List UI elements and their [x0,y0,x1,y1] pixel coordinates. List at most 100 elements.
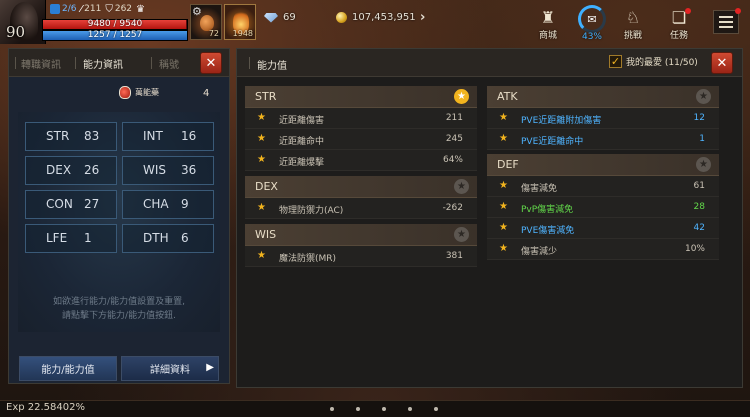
stat-wis[interactable]: WIS 36 [122,156,214,185]
star-icon[interactable]: ★ [499,201,508,212]
stat-row[interactable]: ★ 近距離命中 245 [245,129,477,150]
menu-challenge[interactable]: ♘ 挑戰 [615,5,651,42]
menu-quest-progress-label: 43% [581,32,602,42]
favorites-toggle[interactable]: ✓ 我的最愛 (11/50) [609,55,698,68]
stat-row[interactable]: ★ PvP傷害減免 28 [487,197,719,218]
star-icon[interactable]: ★ [257,154,266,165]
gold-currency: 107,453,951 [336,12,416,23]
stat-row-label: 近距離傷害 [279,116,325,126]
tab-title[interactable]: 稱號 [159,56,179,71]
shop-bag-icon: ♜ [540,7,556,27]
stat-row-value: 211 [445,113,463,123]
category-header: WIS ★ [245,224,477,246]
star-icon[interactable]: ★ [499,112,508,123]
buff-trophy[interactable]: ♛ [136,4,145,15]
elixir-indicator: 萬能藥 [119,86,159,99]
stat-row-value: 42 [693,223,705,233]
buff-row: 2/6 ⁄ 211 ⛉ 262 ♛ [50,2,145,16]
stat-row[interactable]: ★ 魔法防禦(MR) 381 [245,246,477,267]
stat-int[interactable]: INT 16 [122,122,214,151]
header-divider [249,57,250,69]
category-def: DEF ★ ★ 傷害減免 61 ★ PvP傷害減免 28 ★ PVE傷害減免 4… [487,154,719,260]
close-right-panel-button[interactable]: ✕ [711,52,733,74]
menu-shop[interactable]: ♜ 商城 [530,5,566,42]
top-hud: 90 2/6 ⁄ 211 ⛉ 262 ♛ 9480 / 9540 1257 / … [0,0,750,44]
buff-defense[interactable]: ⛉ 262 [105,4,132,15]
notification-dot [685,8,691,14]
elixir-label: 萬能藥 [135,88,159,97]
tab-ability-info[interactable]: 能力資訊 [83,56,123,71]
diamond-amount: 69 [283,12,296,23]
elixir-count: 4 [203,88,210,99]
character-portrait[interactable]: 90 [0,0,46,44]
stat-row-value: 61 [693,181,705,191]
star-icon[interactable]: ★ [257,112,266,123]
stat-cha[interactable]: CHA 9 [122,190,214,219]
elixir-potion-icon [119,86,131,99]
stat-row[interactable]: ★ 物理防禦力(AC) -262 [245,198,477,219]
stat-row[interactable]: ★ 傷害減少 10% [487,239,719,260]
star-icon[interactable]: ★ [454,227,469,242]
star-icon[interactable]: ★ [454,89,469,104]
stat-row[interactable]: ★ 近距離傷害 211 [245,108,477,129]
sword-icon: ⁄ [80,3,83,15]
stat-row[interactable]: ★ PVE近距離命中 1 [487,129,719,150]
star-icon[interactable]: ★ [499,180,508,191]
gear-icon[interactable]: ⚙ [192,5,202,18]
stat-dex[interactable]: DEX 26 [25,156,117,185]
detail-info-button[interactable]: 詳細資料 ▶ [121,356,219,381]
ability-points-button[interactable]: 能力/能力值 [19,356,117,381]
ability-values-header: 能力值 ✓ 我的最愛 (11/50) ✕ [237,49,742,77]
star-icon[interactable]: ★ [696,89,711,104]
stat-key: WIS [143,163,167,177]
stat-dth[interactable]: DTH 6 [122,224,214,253]
star-icon[interactable]: ★ [499,133,508,144]
stat-key: INT [143,129,163,143]
currency-expand-arrow-icon[interactable]: › [420,10,425,25]
page-dot [434,407,438,411]
buff-blue[interactable]: 2/6 [50,4,76,14]
stat-row[interactable]: ★ PVE近距離附加傷害 12 [487,108,719,129]
category-header: ATK ★ [487,86,719,108]
stat-row[interactable]: ★ 近距離爆擊 64% [245,150,477,171]
star-icon[interactable]: ★ [696,157,711,172]
ability-values-panel: 能力值 ✓ 我的最愛 (11/50) ✕ STR ★ ★ 近距離傷害 211 ★… [236,48,743,388]
buff-attack-value: 211 [84,4,102,14]
category-name: ATK [497,90,518,103]
quest-progress-icon: ✉ [578,5,606,33]
stat-row[interactable]: ★ PVE傷害減免 42 [487,218,719,239]
menu-task[interactable]: ❏ 任務 [661,5,697,41]
stat-row-label: PVE傷害減免 [521,226,575,236]
star-icon[interactable]: ★ [257,133,266,144]
tab-class-info[interactable]: 轉職資訊 [21,56,61,71]
star-icon[interactable]: ★ [499,222,508,233]
quick-slot-skill[interactable]: 1948 [224,4,256,40]
stat-str[interactable]: STR 83 [25,122,117,151]
stat-row-label: 傷害減免 [521,184,558,194]
mp-text: 1257 / 1257 [87,30,143,40]
star-icon[interactable]: ★ [257,202,266,213]
stat-con[interactable]: CON 27 [25,190,117,219]
stat-value: 36 [181,163,197,177]
star-icon[interactable]: ★ [499,243,508,254]
stat-value: 16 [181,129,197,143]
buff-attack[interactable]: ⁄ 211 [80,4,101,15]
category-name: DEX [255,180,278,193]
stat-value: 26 [84,163,100,177]
stat-row-label: 近距離命中 [279,137,325,147]
play-arrow-icon: ▶ [206,362,214,373]
menu-quest-progress[interactable]: ✉ 43% [574,5,610,42]
stat-key: CHA [143,197,169,211]
close-left-panel-button[interactable]: ✕ [200,52,222,74]
stat-value: 9 [181,197,189,211]
close-icon: ✕ [205,55,217,71]
checkmark-icon[interactable]: ✓ [609,55,622,68]
stat-lfe[interactable]: LFE 1 [25,224,117,253]
quick-slot-potion-count: 72 [208,29,219,38]
star-icon[interactable]: ★ [257,250,266,261]
main-menu-button[interactable] [713,8,741,34]
stat-value: 83 [84,129,100,143]
star-icon[interactable]: ★ [454,179,469,194]
quick-slot-potion[interactable]: ⚙ 72 [190,4,222,40]
stat-row[interactable]: ★ 傷害減免 61 [487,176,719,197]
